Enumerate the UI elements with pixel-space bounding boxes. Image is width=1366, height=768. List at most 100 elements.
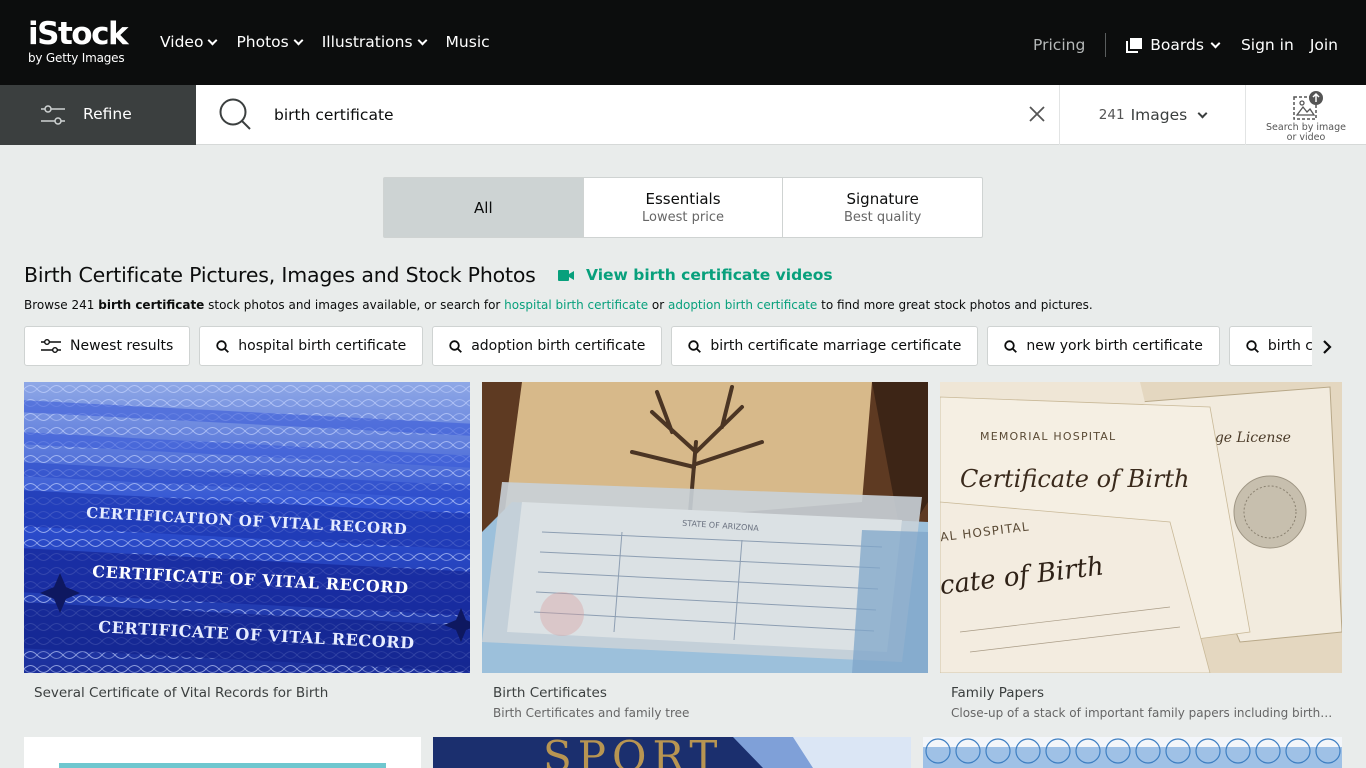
image-subtitle: Close-up of a stack of important family … (951, 706, 1333, 720)
nav-video-label: Video (160, 33, 204, 51)
chevron-down-icon (207, 35, 218, 45)
license-filter: All Essentials Lowest price Signature Be… (383, 177, 983, 238)
search-icon (449, 339, 463, 353)
join-link[interactable]: Join (1310, 36, 1338, 54)
desc-or: or (648, 298, 668, 312)
related-link-adoption[interactable]: adoption birth certificate (668, 298, 817, 312)
chip-label: new york birth certificate (1026, 338, 1203, 354)
sign-in-link[interactable]: Sign in (1241, 36, 1294, 54)
tab-essentials-subtitle: Lowest price (642, 210, 724, 225)
search-icon (216, 339, 230, 353)
chip-related-search[interactable]: new york birth certificate (987, 326, 1220, 366)
media-type-dropdown[interactable]: 241 Images (1059, 85, 1246, 145)
view-videos-link[interactable]: View birth certificate videos (558, 266, 833, 284)
chevron-down-icon (417, 35, 427, 45)
search-icon (1004, 339, 1018, 353)
sliders-icon (41, 105, 65, 125)
nav-photos-label: Photos (236, 33, 289, 51)
search-icon (1246, 339, 1259, 353)
nav-video[interactable]: Video (160, 33, 218, 51)
image-result[interactable]: STATE OF ARIZONA (482, 382, 928, 673)
passport-photo: SPORT (433, 737, 911, 768)
tab-all-label: All (474, 198, 493, 217)
chip-related-search[interactable]: adoption birth certificate (432, 326, 663, 366)
pricing-link[interactable]: Pricing (1033, 36, 1085, 54)
chevron-right-icon[interactable] (1318, 338, 1336, 356)
search-icon[interactable] (218, 97, 252, 131)
certificate-border-photo (923, 737, 1342, 768)
image-result[interactable]: iage License MEMORIAL HOSPITAL Certifica… (940, 382, 1342, 673)
desc-prefix: Browse 241 (24, 298, 99, 312)
boards-label: Boards (1150, 36, 1204, 54)
tab-essentials[interactable]: Essentials Lowest price (584, 178, 784, 237)
tab-signature[interactable]: Signature Best quality (783, 178, 982, 237)
by-image-line2: or video (1286, 132, 1326, 143)
passport-text: SPORT (543, 737, 723, 768)
boards-icon (1126, 37, 1143, 53)
family-papers-photo: iage License MEMORIAL HOSPITAL Certifica… (940, 382, 1342, 673)
chevron-down-icon (1210, 38, 1221, 48)
image-result[interactable]: SPORT (433, 737, 911, 768)
search-input[interactable] (274, 103, 1014, 127)
page-title: Birth Certificate Pictures, Images and S… (24, 263, 536, 287)
account-nav: Pricing Boards Sign in Join (1033, 33, 1338, 57)
tab-essentials-label: Essentials (645, 190, 721, 208)
desc-mid: stock photos and images available, or se… (204, 298, 505, 312)
chevron-down-icon (293, 35, 304, 45)
chip-related-search[interactable]: birth certificate (1228, 326, 1312, 366)
nav-illustrations[interactable]: Illustrations (321, 33, 427, 51)
nav-photos[interactable]: Photos (236, 33, 304, 51)
tab-signature-subtitle: Best quality (843, 210, 922, 225)
main-nav: Video Photos Illustrations Music (160, 33, 510, 51)
sliders-icon (41, 339, 61, 353)
search-icon (688, 339, 702, 353)
result-count: 241 (1098, 107, 1125, 123)
close-icon[interactable] (1028, 105, 1046, 123)
image-upload-icon (1293, 91, 1323, 120)
nav-music-label: Music (445, 33, 490, 51)
document-photo-edge (59, 763, 386, 768)
results-description: Browse 241 birth certificate stock photo… (24, 298, 1093, 312)
chip-label: birth certificate marriage certificate (710, 338, 962, 354)
image-title[interactable]: Family Papers (951, 685, 1044, 701)
istock-logo[interactable]: iStock by Getty Images (28, 16, 129, 65)
chevron-down-icon (1197, 108, 1208, 118)
refine-label: Refine (83, 105, 132, 123)
tab-all[interactable]: All (384, 178, 584, 237)
chip-label: hospital birth certificate (238, 338, 407, 354)
logo-byline: by Getty Images (28, 51, 125, 65)
related-link-hospital[interactable]: hospital birth certificate (504, 298, 648, 312)
top-navigation-bar: iStock by Getty Images Video Photos Illu… (0, 0, 1366, 85)
nav-music[interactable]: Music (446, 33, 490, 51)
desc-suffix: to find more great stock photos and pict… (817, 298, 1093, 312)
logo-wordmark: iStock (28, 16, 129, 52)
image-title[interactable]: Several Certificate of Vital Records for… (34, 685, 328, 701)
tab-signature-label: Signature (846, 190, 919, 208)
hospital-text: MEMORIAL HOSPITAL (980, 430, 1116, 443)
nav-divider (1105, 33, 1107, 57)
birth-certificates-photo: STATE OF ARIZONA (482, 382, 928, 673)
vital-records-photo: CERTIFICATION OF VITAL RECORD CERTIFICAT… (24, 382, 470, 673)
boards-menu[interactable]: Boards (1126, 36, 1221, 54)
chip-related-search[interactable]: birth certificate marriage certificate (671, 326, 979, 366)
certificate-of-birth-text: Certificate of Birth (960, 465, 1189, 493)
image-result[interactable]: CERTIFICATION OF VITAL RECORD CERTIFICAT… (24, 382, 470, 673)
chip-related-search[interactable]: hospital birth certificate (199, 326, 424, 366)
desc-query: birth certificate (98, 298, 205, 312)
refine-button[interactable]: Refine (0, 85, 196, 145)
media-type-label: Images (1130, 106, 1188, 124)
view-videos-label: View birth certificate videos (586, 266, 833, 284)
related-searches: Newest results hospital birth certificat… (24, 326, 1312, 366)
chip-label: Newest results (70, 338, 174, 354)
search-by-image-button[interactable]: Search by image or video (1246, 85, 1366, 145)
nav-illustrations-label: Illustrations (321, 33, 413, 51)
chip-newest-results[interactable]: Newest results (24, 326, 191, 366)
video-camera-icon (558, 269, 574, 281)
image-title[interactable]: Birth Certificates (493, 685, 607, 701)
chip-label: adoption birth certificate (471, 338, 646, 354)
chip-label: birth certificate (1267, 338, 1312, 354)
search-bar: Refine 241 Images Search by image or vid… (0, 85, 1366, 145)
image-subtitle: Birth Certificates and family tree (493, 706, 690, 720)
image-result[interactable] (24, 737, 421, 768)
image-result[interactable] (923, 737, 1342, 768)
